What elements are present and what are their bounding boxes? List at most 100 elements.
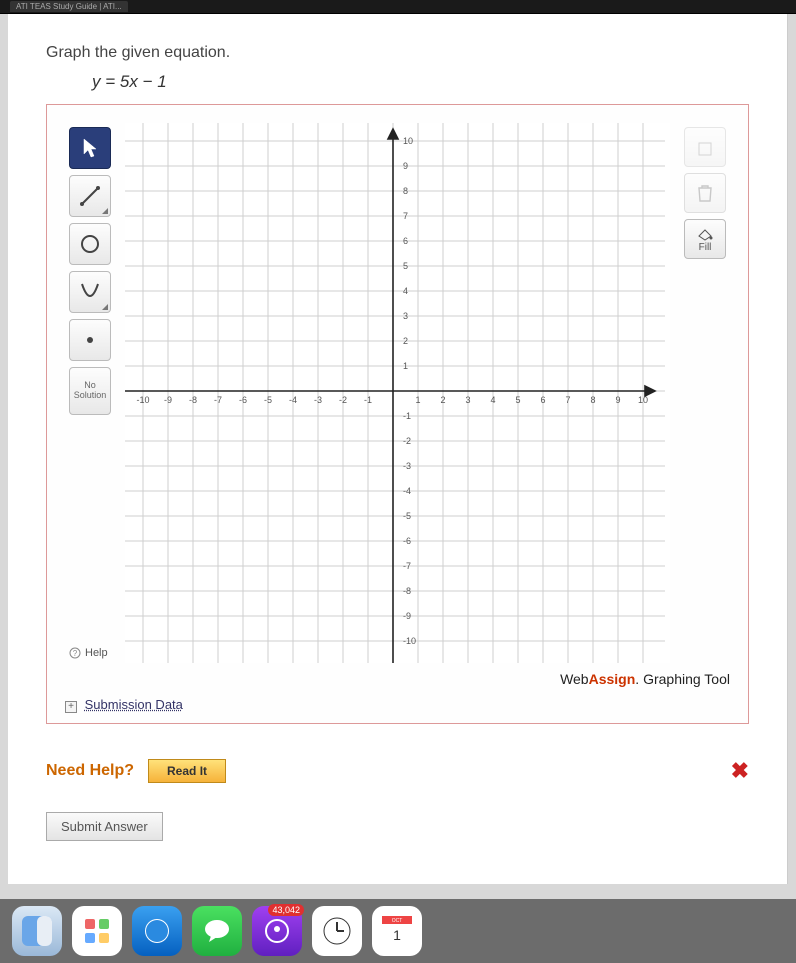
svg-text:8: 8 xyxy=(403,186,408,196)
svg-text:3: 3 xyxy=(403,311,408,321)
no-solution-tool[interactable]: No Solution xyxy=(69,367,111,415)
svg-text:10: 10 xyxy=(638,395,648,405)
svg-text:9: 9 xyxy=(403,161,408,171)
pointer-icon xyxy=(82,138,98,158)
dock-launchpad[interactable] xyxy=(72,906,122,956)
coordinate-grid[interactable]: -10 -9 -8 -7 -6 -5 -4 -3 -2 -1 1 2 3 4 xyxy=(125,123,665,663)
clear-icon xyxy=(695,137,715,157)
svg-text:-2: -2 xyxy=(339,395,347,405)
submenu-indicator-icon xyxy=(102,208,108,214)
dock-finder[interactable] xyxy=(12,906,62,956)
trash-icon xyxy=(696,183,714,203)
svg-text:8: 8 xyxy=(590,395,595,405)
svg-text:4: 4 xyxy=(403,286,408,296)
svg-text:4: 4 xyxy=(490,395,495,405)
svg-text:2: 2 xyxy=(403,336,408,346)
svg-text:-4: -4 xyxy=(403,486,411,496)
svg-text:-7: -7 xyxy=(214,395,222,405)
point-icon xyxy=(78,328,102,352)
point-tool[interactable] xyxy=(69,319,111,361)
graphing-tool-panel: No Solution ? Help xyxy=(46,104,749,724)
no-solution-label-2: Solution xyxy=(74,391,107,401)
help-icon: ? xyxy=(69,647,81,659)
submission-data-row: + Submission Data xyxy=(65,697,730,713)
safari-icon xyxy=(142,916,172,946)
svg-text:-6: -6 xyxy=(403,536,411,546)
macos-dock: 43,042 OCT1 xyxy=(0,899,796,963)
svg-text:6: 6 xyxy=(540,395,545,405)
graph-help-link[interactable]: ? Help xyxy=(69,647,111,659)
svg-text:-8: -8 xyxy=(403,586,411,596)
svg-text:-9: -9 xyxy=(164,395,172,405)
parabola-tool[interactable] xyxy=(69,271,111,313)
read-it-button[interactable]: Read It xyxy=(148,759,226,783)
submission-data-link[interactable]: Submission Data xyxy=(85,697,183,712)
clear-tool[interactable] xyxy=(684,127,726,167)
svg-text:5: 5 xyxy=(403,261,408,271)
parabola-icon xyxy=(78,280,102,304)
svg-text:7: 7 xyxy=(403,211,408,221)
circle-icon xyxy=(78,232,102,256)
browser-tab-bar: ATI TEAS Study Guide | ATI... xyxy=(0,0,796,14)
submit-answer-button[interactable]: Submit Answer xyxy=(46,812,163,841)
question-prompt: Graph the given equation. xyxy=(46,44,749,62)
circle-tool[interactable] xyxy=(69,223,111,265)
svg-text:7: 7 xyxy=(565,395,570,405)
dock-safari[interactable] xyxy=(132,906,182,956)
question-equation: y = 5x − 1 xyxy=(92,72,749,92)
fill-tool[interactable]: Fill xyxy=(684,219,726,259)
submenu-indicator-icon xyxy=(102,304,108,310)
svg-text:-3: -3 xyxy=(314,395,322,405)
svg-text:-5: -5 xyxy=(403,511,411,521)
svg-text:10: 10 xyxy=(403,136,413,146)
dock-calendar[interactable]: OCT1 xyxy=(372,906,422,956)
dock-clock[interactable] xyxy=(312,906,362,956)
need-help-row: Need Help? Read It ✖ xyxy=(46,758,749,784)
svg-text:-1: -1 xyxy=(364,395,372,405)
page-content: Graph the given equation. y = 5x − 1 xyxy=(8,14,788,884)
calendar-icon: OCT1 xyxy=(382,916,412,946)
submit-row: Submit Answer xyxy=(46,812,749,841)
svg-text:-5: -5 xyxy=(264,395,272,405)
svg-text:5: 5 xyxy=(515,395,520,405)
need-help-label: Need Help? xyxy=(46,762,134,780)
svg-text:1: 1 xyxy=(393,927,401,943)
fill-icon xyxy=(696,226,714,242)
expand-icon[interactable]: + xyxy=(65,701,77,713)
finder-icon xyxy=(22,916,52,946)
svg-text:3: 3 xyxy=(465,395,470,405)
dock-podcasts[interactable]: 43,042 xyxy=(252,906,302,956)
svg-text:9: 9 xyxy=(615,395,620,405)
browser-tab[interactable]: ATI TEAS Study Guide | ATI... xyxy=(10,1,128,12)
dock-messages[interactable] xyxy=(192,906,242,956)
select-tool[interactable] xyxy=(69,127,111,169)
svg-text:-6: -6 xyxy=(239,395,247,405)
svg-text:-4: -4 xyxy=(289,395,297,405)
line-tool[interactable] xyxy=(69,175,111,217)
svg-text:-1: -1 xyxy=(403,411,411,421)
svg-text:-10: -10 xyxy=(136,395,149,405)
svg-text:-3: -3 xyxy=(403,461,411,471)
podcasts-icon xyxy=(264,918,290,944)
svg-text:-2: -2 xyxy=(403,436,411,446)
svg-text:1: 1 xyxy=(415,395,420,405)
graph-canvas[interactable]: -10 -9 -8 -7 -6 -5 -4 -3 -2 -1 1 2 3 4 xyxy=(125,123,670,663)
fill-label: Fill xyxy=(699,242,712,253)
graph-help-label: Help xyxy=(85,647,108,659)
svg-text:2: 2 xyxy=(440,395,445,405)
clock-icon xyxy=(322,916,352,946)
tool-branding: WebAssign. Graphing Tool xyxy=(65,671,730,687)
line-icon xyxy=(78,184,102,208)
svg-text:-9: -9 xyxy=(403,611,411,621)
svg-text:6: 6 xyxy=(403,236,408,246)
svg-text:-8: -8 xyxy=(189,395,197,405)
incorrect-marker-icon: ✖ xyxy=(731,758,749,784)
svg-text:1: 1 xyxy=(403,361,408,371)
tool-palette: No Solution ? Help xyxy=(65,123,115,663)
svg-text:-10: -10 xyxy=(403,636,416,646)
svg-text:-7: -7 xyxy=(403,561,411,571)
dock-badge: 43,042 xyxy=(268,904,304,916)
axes xyxy=(125,129,655,663)
delete-tool[interactable] xyxy=(684,173,726,213)
launchpad-icon xyxy=(83,917,111,945)
